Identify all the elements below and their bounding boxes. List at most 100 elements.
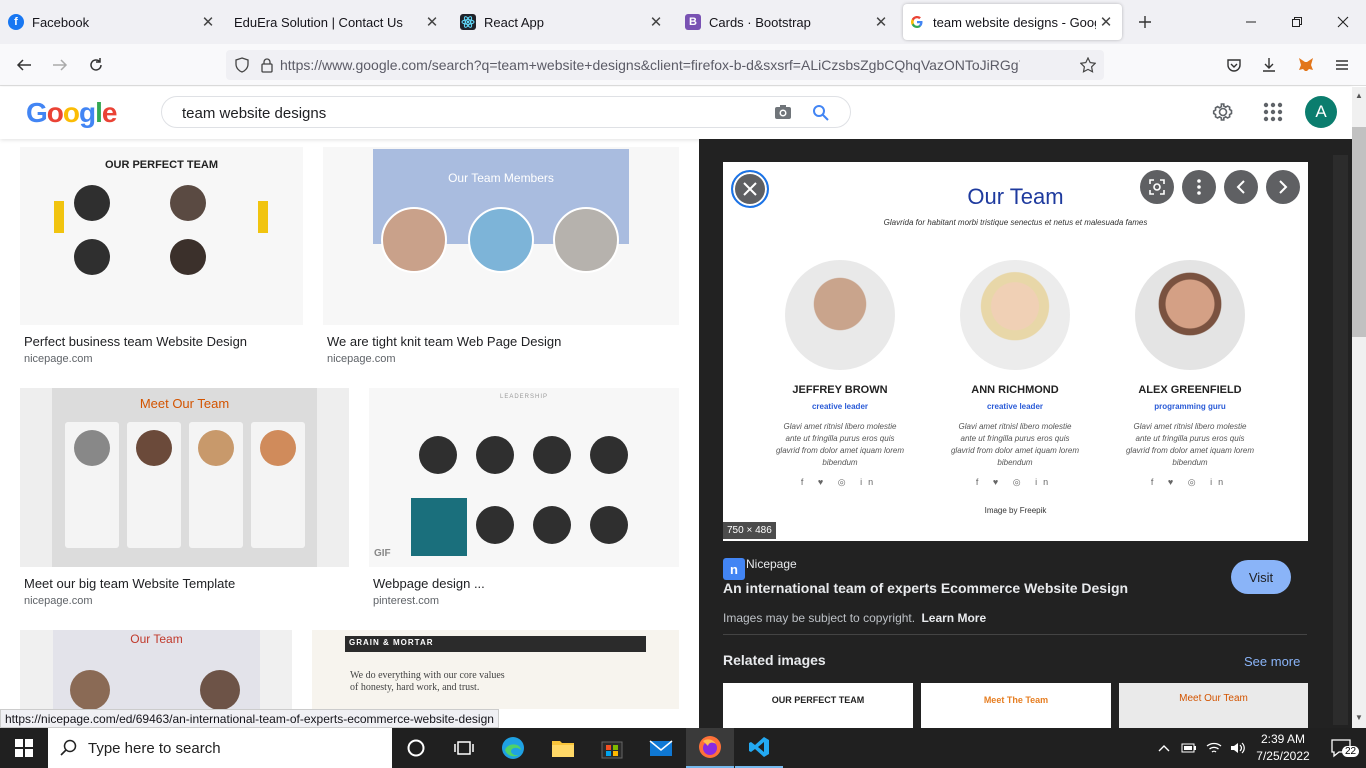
gear-icon[interactable] <box>1211 100 1235 124</box>
related-image[interactable]: Meet The Team <box>921 683 1111 728</box>
preview-image[interactable]: Our Team Glavrida for habitant morbi tri… <box>723 162 1308 541</box>
taskbar-search-placeholder[interactable]: Type here to search <box>88 740 221 757</box>
thumbnail-avatar <box>70 670 110 709</box>
search-icon[interactable] <box>812 104 830 122</box>
result-title[interactable]: Webpage design ... <box>373 576 485 591</box>
previous-image-button[interactable] <box>1224 170 1258 204</box>
battery-icon[interactable] <box>1176 728 1202 768</box>
source-name[interactable]: Nicepage <box>746 557 797 571</box>
vscode-icon[interactable] <box>735 728 783 768</box>
google-logo[interactable]: Google <box>26 97 117 129</box>
bootstrap-icon: B <box>685 14 701 30</box>
url-text[interactable]: https://www.google.com/search?q=team+web… <box>280 57 1020 73</box>
camera-icon[interactable] <box>774 104 792 120</box>
microsoft-store-icon[interactable] <box>588 728 636 768</box>
result-thumbnail[interactable]: LEADERSHIP GIF <box>369 388 679 567</box>
show-hidden-icons-chevron[interactable] <box>1150 728 1178 768</box>
metamask-icon[interactable] <box>1292 51 1320 79</box>
result-title[interactable]: Perfect business team Website Design <box>24 334 247 349</box>
close-tab-icon[interactable]: ✕ <box>198 12 218 32</box>
firefox-taskbar-icon[interactable] <box>686 728 734 768</box>
divider <box>723 634 1307 635</box>
mail-icon[interactable] <box>637 728 685 768</box>
result-source[interactable]: pinterest.com <box>373 595 439 607</box>
cortana-icon[interactable] <box>392 728 440 768</box>
pocket-icon[interactable] <box>1220 51 1248 79</box>
system-clock[interactable]: 2:39 AM 7/25/2022 <box>1253 731 1313 765</box>
lock-icon[interactable] <box>260 57 274 73</box>
panel-scrollbar[interactable] <box>1333 155 1348 725</box>
apps-grid-icon[interactable] <box>1261 100 1285 124</box>
result-source[interactable]: nicepage.com <box>327 353 396 365</box>
bookmark-star-icon[interactable] <box>1080 57 1096 73</box>
close-preview-button[interactable] <box>731 170 769 208</box>
visit-button[interactable]: Visit <box>1231 560 1291 594</box>
result-source[interactable]: nicepage.com <box>24 353 93 365</box>
thumbnail-heading: OUR PERFECT TEAM <box>104 159 219 171</box>
tab-eduera[interactable]: EduEra Solution | Contact Us ✕ <box>234 4 442 40</box>
result-title[interactable]: We are tight knit team Web Page Design <box>327 334 561 349</box>
learn-more-link[interactable]: Learn More <box>921 611 986 625</box>
close-window-button[interactable] <box>1329 8 1357 36</box>
restore-button[interactable] <box>1283 8 1311 36</box>
reload-button[interactable] <box>82 51 110 79</box>
downloads-icon[interactable] <box>1255 51 1283 79</box>
thumbnail-heading: LEADERSHIP <box>499 394 548 400</box>
new-tab-button[interactable] <box>1131 8 1159 36</box>
tab-google-search[interactable]: team website designs - Google ✕ <box>903 4 1122 40</box>
search-input[interactable]: team website designs <box>182 105 326 122</box>
result-source[interactable]: nicepage.com <box>24 595 93 607</box>
close-tab-icon[interactable]: ✕ <box>871 12 891 32</box>
close-tab-icon[interactable]: ✕ <box>646 12 666 32</box>
minimize-button[interactable] <box>1237 8 1265 36</box>
thumbnail-avatar <box>476 436 514 474</box>
result-thumbnail[interactable]: Our Team Members <box>323 147 679 325</box>
result-thumbnail[interactable]: Our Team <box>20 630 292 709</box>
close-icon <box>743 182 757 196</box>
result-title[interactable]: Meet our big team Website Template <box>24 576 235 591</box>
thumbnail-avatar <box>136 430 172 466</box>
page-scrollbar[interactable]: ▲ ▼ <box>1352 87 1366 728</box>
scrollbar-thumb[interactable] <box>1352 127 1366 337</box>
menu-icon[interactable] <box>1328 51 1356 79</box>
taskbar-search[interactable]: Type here to search <box>48 728 392 768</box>
image-title[interactable]: An international team of experts Ecommer… <box>723 580 1128 596</box>
thumbnail-avatar <box>553 207 619 273</box>
related-image[interactable]: Meet Our Team <box>1119 683 1308 728</box>
forward-button[interactable] <box>46 51 74 79</box>
back-button[interactable] <box>10 51 38 79</box>
close-tab-icon[interactable]: ✕ <box>1096 12 1116 32</box>
task-view-icon[interactable] <box>440 728 488 768</box>
notification-center-icon[interactable]: 22 <box>1318 728 1366 768</box>
google-icon <box>909 14 925 30</box>
start-button[interactable] <box>0 728 48 768</box>
member-photo <box>1135 260 1245 370</box>
result-thumbnail[interactable]: GRAIN & MORTAR We do everything with our… <box>312 630 679 709</box>
edge-icon[interactable] <box>489 728 537 768</box>
preview-heading: Our Team <box>967 184 1064 209</box>
wifi-icon[interactable] <box>1201 728 1227 768</box>
scroll-down-arrow[interactable]: ▼ <box>1355 713 1363 722</box>
shield-icon[interactable] <box>234 57 250 73</box>
scroll-up-arrow[interactable]: ▲ <box>1355 91 1363 100</box>
thumbnail-avatar <box>590 506 628 544</box>
volume-icon[interactable] <box>1225 728 1251 768</box>
file-explorer-icon[interactable] <box>539 728 587 768</box>
tab-react-app[interactable]: React App ✕ <box>460 4 666 40</box>
account-avatar[interactable]: A <box>1305 96 1337 128</box>
lens-button[interactable] <box>1140 170 1174 204</box>
tab-bootstrap[interactable]: B Cards · Bootstrap ✕ <box>685 4 891 40</box>
close-tab-icon[interactable]: ✕ <box>422 12 442 32</box>
next-image-button[interactable] <box>1266 170 1300 204</box>
more-options-button[interactable] <box>1182 170 1216 204</box>
address-bar[interactable]: https://www.google.com/search?q=team+web… <box>226 50 1104 80</box>
result-thumbnail[interactable]: Meet Our Team <box>20 388 349 567</box>
tab-facebook[interactable]: f Facebook ✕ <box>8 4 218 40</box>
thumbnail-avatar <box>200 670 240 709</box>
search-box[interactable]: team website designs <box>161 96 851 128</box>
team-member-card: ALEX GREENFIELD programming guru Glavi a… <box>1115 260 1265 488</box>
related-image[interactable]: OUR PERFECT TEAM <box>723 683 913 728</box>
see-more-link[interactable]: See more <box>1244 654 1300 669</box>
result-thumbnail[interactable]: OUR PERFECT TEAM <box>20 147 303 325</box>
search-icon <box>60 739 77 756</box>
